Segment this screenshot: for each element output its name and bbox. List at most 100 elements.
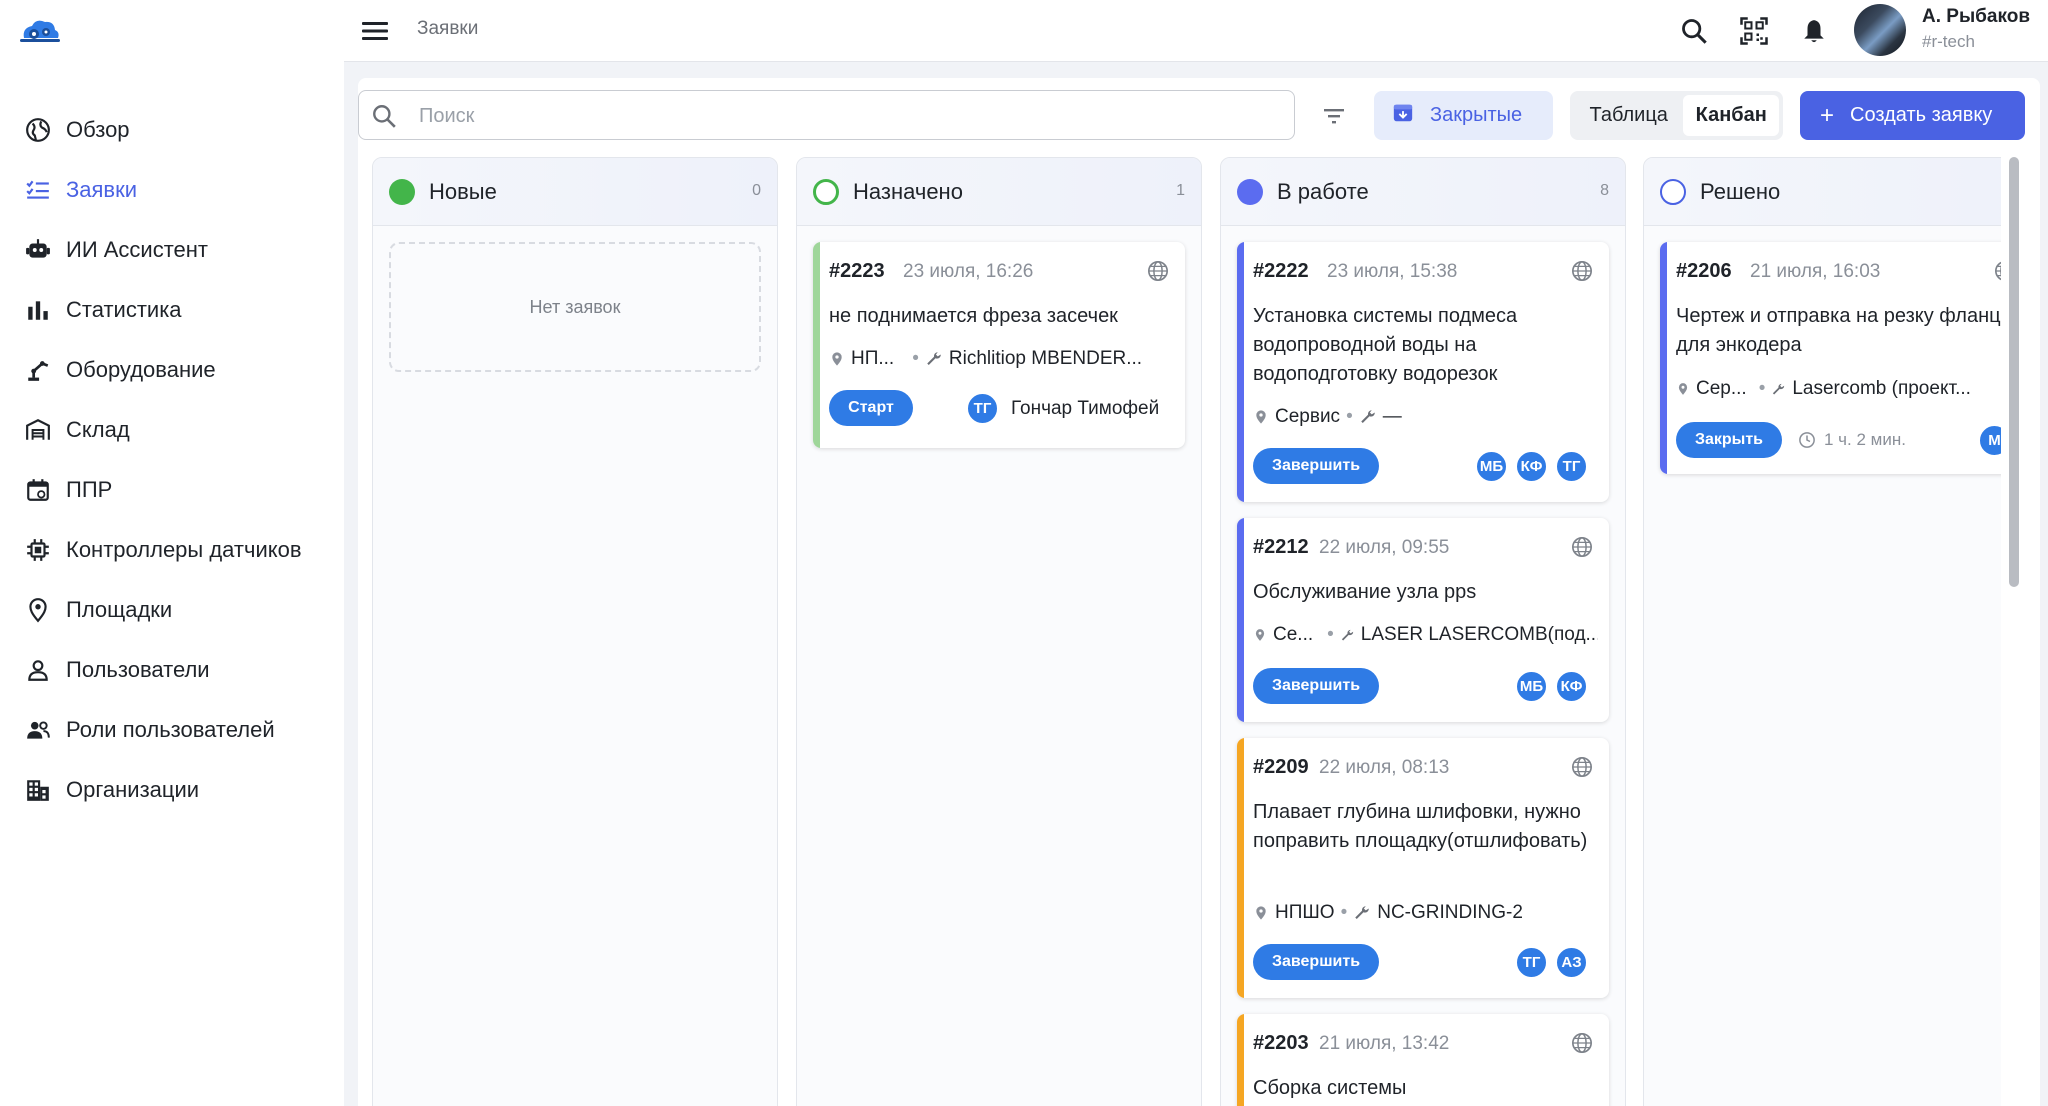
view-toggle: Таблица Канбан <box>1570 91 1783 140</box>
sidebar-item-sites[interactable]: Площадки <box>0 580 344 640</box>
ticket-description: Сборка системы <box>1253 1077 1407 1099</box>
start-button[interactable]: Старт <box>829 390 913 426</box>
complete-button[interactable]: Завершить <box>1253 448 1379 484</box>
column-title: Новые <box>429 178 497 204</box>
sidebar-item-label: Склад <box>66 417 130 442</box>
ticket-meta: Сер... • Lasercomb (проект... <box>1676 378 2001 400</box>
breadcrumb: Заявки <box>417 18 479 39</box>
user-avatar[interactable] <box>1854 4 1906 56</box>
sidebar-item-equipment[interactable]: Оборудование <box>0 340 344 400</box>
sidebar-item-ai-assistant[interactable]: ИИ Ассистент <box>0 220 344 280</box>
sidebar-item-user-roles[interactable]: Роли пользователей <box>0 700 344 760</box>
sidebar-item-label: Пользователи <box>66 657 210 682</box>
sidebar-item-ppr[interactable]: ППР <box>0 460 344 520</box>
person-icon <box>24 656 52 684</box>
globe-icon[interactable] <box>1571 536 1593 563</box>
column-header: Решено <box>1644 158 2001 226</box>
assignee-avatar[interactable]: КФ <box>1555 670 1588 703</box>
ticket-card-2206[interactable]: #2206 21 июля, 16:03 Чертеж и отправка н… <box>1660 242 2001 474</box>
ticket-number: #2212 <box>1253 536 1309 558</box>
assignee-avatar[interactable]: МБ <box>1515 670 1548 703</box>
checklist-icon <box>24 176 52 204</box>
people-icon <box>24 716 52 744</box>
wrench-icon <box>1340 628 1355 643</box>
ticket-date: 23 июля, 15:38 <box>1327 261 1458 282</box>
sidebar-item-label: Площадки <box>66 597 173 622</box>
sidebar: Обзор Заявки ИИ Ассистент Статистика Обо… <box>0 0 344 1106</box>
sidebar-item-label: Оборудование <box>66 357 216 382</box>
clock-icon <box>1799 432 1815 448</box>
ticket-meta: Сервис • — <box>1253 406 1598 428</box>
empty-state: Нет заявок <box>389 242 761 372</box>
sidebar-item-tickets[interactable]: Заявки <box>0 160 344 220</box>
vertical-scrollbar[interactable] <box>2009 157 2019 587</box>
assignee-name: Гончар Тимофей <box>1011 398 1160 419</box>
robot-icon <box>24 236 52 264</box>
view-table-option[interactable]: Таблица <box>1574 95 1683 136</box>
ticket-description: не поднимается фреза засечек <box>829 305 1118 327</box>
ticket-card-2212[interactable]: #2212 22 июля, 09:55 Обслуживание узла p… <box>1237 518 1609 722</box>
wrench-icon <box>925 350 943 368</box>
sidebar-item-overview[interactable]: Обзор <box>0 100 344 160</box>
globe-icon[interactable] <box>1147 260 1169 287</box>
column-count: 8 <box>1600 182 1609 199</box>
globe-icon[interactable] <box>1994 260 2001 287</box>
globe-icon[interactable] <box>1571 260 1593 287</box>
search-input[interactable] <box>419 101 1279 131</box>
create-ticket-label: Создать заявку <box>1850 104 1993 126</box>
ticket-site: Сер... <box>1696 378 1747 399</box>
ticket-equipment: LASER LASERCOMB(под... <box>1360 624 1598 645</box>
globe-icon[interactable] <box>1571 1032 1593 1059</box>
kanban-column-resolved: Решено #2206 21 июля, 16:03 Чертеж и отп… <box>1643 157 2001 1106</box>
location-pin-icon <box>829 350 845 368</box>
wrench-icon <box>1359 408 1377 426</box>
complete-button[interactable]: Завершить <box>1253 944 1379 980</box>
qr-code-icon[interactable] <box>1736 13 1772 49</box>
ticket-card-2209[interactable]: #2209 22 июля, 08:13 Плавает глубина шли… <box>1237 738 1609 998</box>
assignee-avatar[interactable]: АЗ <box>1555 946 1588 979</box>
chip-icon <box>24 536 52 564</box>
sidebar-item-users[interactable]: Пользователи <box>0 640 344 700</box>
ticket-card-2223[interactable]: #2223 23 июля, 16:26 не поднимается фрез… <box>813 242 1185 448</box>
calendar-icon <box>24 476 52 504</box>
ticket-equipment: Lasercomb (проект... <box>1792 378 1971 399</box>
closed-tickets-button[interactable]: Закрытые <box>1374 91 1553 140</box>
create-ticket-button[interactable]: + Создать заявку <box>1800 91 2025 140</box>
sidebar-item-statistics[interactable]: Статистика <box>0 280 344 340</box>
search-icon[interactable] <box>1676 13 1712 49</box>
ticket-card-2222[interactable]: #2222 23 июля, 15:38 Установка системы п… <box>1237 242 1609 502</box>
sidebar-item-warehouse[interactable]: Склад <box>0 400 344 460</box>
search-field[interactable] <box>358 90 1295 140</box>
assignee-avatar[interactable]: ТГ <box>1515 946 1548 979</box>
buildings-icon <box>24 776 52 804</box>
ticket-number: #2223 <box>829 260 885 282</box>
user-name[interactable]: А. Рыбаков <box>1922 6 2030 28</box>
notification-bell-icon[interactable] <box>1796 13 1832 49</box>
assignee-avatar[interactable]: МБ <box>1475 450 1508 483</box>
plus-icon: + <box>1820 101 1835 129</box>
sidebar-item-label: Организации <box>66 777 200 802</box>
ticket-date: 21 июля, 16:03 <box>1750 261 1881 282</box>
location-pin-icon <box>1676 381 1690 397</box>
assignee-avatar[interactable]: КФ <box>1515 450 1548 483</box>
sidebar-item-sensor-controllers[interactable]: Контроллеры датчиков <box>0 520 344 580</box>
globe-icon[interactable] <box>1571 756 1593 783</box>
location-pin-icon <box>1253 904 1269 922</box>
kanban-column-new: Новые 0 Нет заявок <box>372 157 778 1106</box>
ticket-equipment: Richlitiop MBENDER... <box>948 348 1143 369</box>
hamburger-menu-icon[interactable] <box>358 14 392 48</box>
filter-icon[interactable] <box>1316 98 1352 134</box>
robot-arm-icon <box>24 356 52 384</box>
globe-icon <box>24 116 52 144</box>
close-ticket-button[interactable]: Закрыть <box>1676 422 1782 458</box>
sidebar-item-organizations[interactable]: Организации <box>0 760 344 820</box>
app-logo[interactable] <box>18 14 62 46</box>
assignee-avatar[interactable]: ТГ <box>1555 450 1588 483</box>
sidebar-nav: Обзор Заявки ИИ Ассистент Статистика Обо… <box>0 100 344 820</box>
card-status-stripe <box>1237 242 1244 502</box>
assignee-avatar[interactable]: ТГ <box>966 392 999 425</box>
view-kanban-option[interactable]: Канбан <box>1683 95 1779 136</box>
ticket-card-2203[interactable]: #2203 21 июля, 13:42 Сборка системы <box>1237 1014 1609 1106</box>
assignee-avatar[interactable]: М <box>1978 424 2001 457</box>
complete-button[interactable]: Завершить <box>1253 668 1379 704</box>
